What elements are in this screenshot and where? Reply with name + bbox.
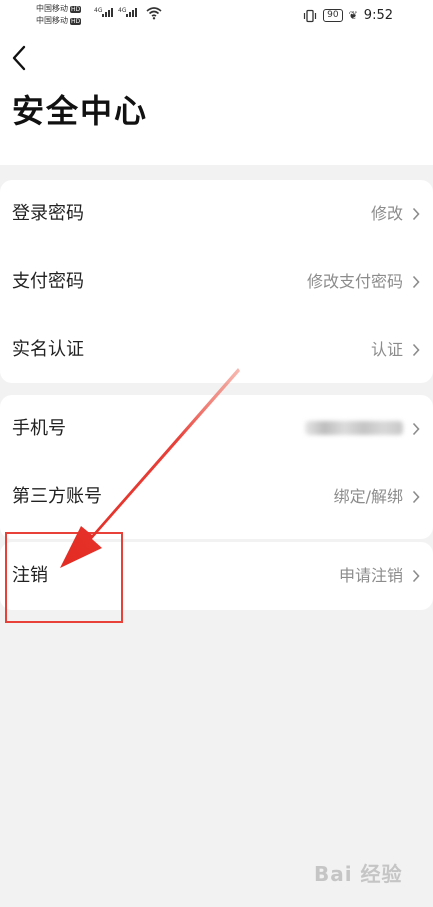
- chevron-left-icon: [12, 45, 26, 71]
- row-value: 绑定/解绑: [333, 487, 403, 506]
- row-value: 申请注销: [338, 566, 403, 585]
- battery-icon: 90: [323, 9, 343, 22]
- signal-icon: [126, 8, 137, 17]
- status-right: 90 ❦ 9:52: [303, 8, 393, 23]
- login-password-row[interactable]: 登录密码 修改: [0, 180, 433, 248]
- row-label: 实名认证: [12, 339, 84, 360]
- row-label: 登录密码: [12, 203, 84, 224]
- hd-badge-1: HD: [70, 6, 82, 13]
- back-button[interactable]: [10, 44, 34, 72]
- third-party-account-row[interactable]: 第三方账号 绑定/解绑: [0, 463, 433, 531]
- chevron-right-icon: [412, 207, 420, 221]
- row-value: 认证: [370, 340, 403, 359]
- watermark: Bai 经验: [314, 862, 403, 886]
- real-name-auth-row[interactable]: 实名认证 认证: [0, 316, 433, 384]
- leaf-icon: ❦: [348, 9, 358, 22]
- chevron-right-icon: [412, 422, 420, 436]
- row-label: 第三方账号: [12, 486, 102, 507]
- settings-card-binding: 手机号 第三方账号 绑定/解绑: [0, 395, 433, 539]
- page-title: 安全中心: [12, 92, 149, 130]
- carrier-label-2: 中国移动 HD: [36, 16, 82, 26]
- signal-icon: [102, 8, 113, 17]
- row-label: 支付密码: [12, 271, 84, 292]
- row-label: 手机号: [12, 418, 66, 439]
- payment-password-row[interactable]: 支付密码 修改支付密码: [0, 248, 433, 316]
- vibrate-icon: [304, 9, 317, 22]
- carrier-name-1: 中国移动: [36, 4, 68, 13]
- phone-number-row[interactable]: 手机号: [0, 395, 433, 463]
- chevron-right-icon: [412, 275, 420, 289]
- chevron-right-icon: [412, 343, 420, 357]
- highlight-box: [5, 532, 123, 623]
- carrier-label-1: 中国移动 HD: [36, 4, 82, 14]
- status-bar: 中国移动 HD 中国移动 HD 4G 4G 90 ❦ 9:52: [0, 0, 433, 30]
- blurred-phone-number: [305, 421, 403, 435]
- wifi-icon: [146, 7, 162, 20]
- clock: 9:52: [363, 8, 393, 23]
- row-value: 修改: [370, 204, 403, 223]
- row-value: 修改支付密码: [306, 272, 403, 291]
- hd-badge-2: HD: [70, 18, 82, 25]
- settings-card-account: 登录密码 修改 支付密码 修改支付密码 实名认证 认证: [0, 180, 433, 383]
- chevron-right-icon: [412, 569, 420, 583]
- chevron-right-icon: [412, 490, 420, 504]
- carrier-name-2: 中国移动: [36, 16, 68, 25]
